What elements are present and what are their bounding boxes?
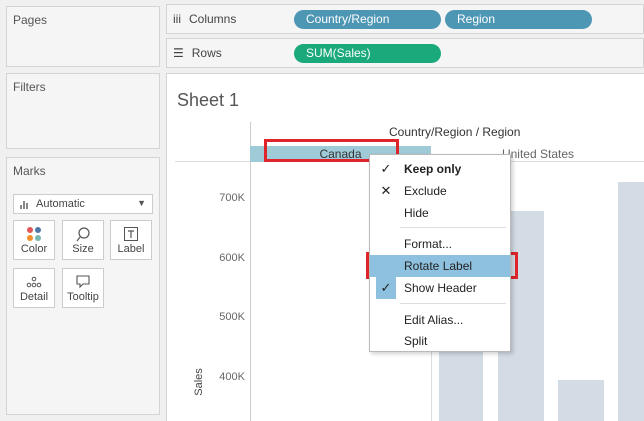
size-button[interactable]: Size <box>62 220 104 260</box>
filters-title: Filters <box>13 80 46 94</box>
speech-bubble-icon <box>63 274 103 290</box>
y-tick: 600K <box>219 252 245 264</box>
menu-item-keep-only[interactable]: ✓ Keep only <box>370 158 510 180</box>
menu-separator <box>400 227 506 228</box>
rows-shelf[interactable]: ☰ Rows SUM(Sales) <box>166 38 644 68</box>
color-button[interactable]: Color <box>13 220 55 260</box>
pages-card[interactable]: Pages <box>6 6 160 67</box>
menu-item-hide[interactable]: Hide <box>370 202 510 224</box>
menu-item-format[interactable]: Format... <box>370 233 510 255</box>
sheet-title[interactable]: Sheet 1 <box>177 90 239 111</box>
color-label: Color <box>20 243 48 255</box>
y-tick: 400K <box>219 371 245 383</box>
bar[interactable] <box>618 182 644 421</box>
mark-type-value: Automatic <box>36 198 85 210</box>
menu-item-exclude[interactable]: ✕ Exclude <box>370 180 510 202</box>
tooltip-label: Tooltip <box>67 291 99 303</box>
columns-label: Columns <box>189 12 237 26</box>
menu-item-split[interactable]: Split <box>370 330 510 352</box>
menu-item-edit-alias[interactable]: Edit Alias... <box>370 309 510 331</box>
rows-label: Rows <box>191 46 222 60</box>
check-icon: ✓ <box>380 161 392 176</box>
y-axis-label: Sales <box>193 368 205 396</box>
close-icon: ✕ <box>380 183 392 198</box>
rows-shelf-label: ☰ Rows <box>173 46 222 60</box>
dropdown-caret-icon: ▼ <box>137 198 146 208</box>
columns-icon: iii <box>173 12 181 26</box>
label-label: Label <box>117 243 145 255</box>
mark-type-dropdown[interactable]: Automatic ▼ <box>13 194 153 214</box>
columns-shelf[interactable]: iii Columns Country/Region Region <box>166 4 644 34</box>
column-header-title: Country/Region / Region <box>389 125 521 139</box>
marks-title: Marks <box>13 164 46 178</box>
detail-button[interactable]: Detail <box>13 268 55 308</box>
color-dots-icon <box>14 226 54 242</box>
text-T-icon <box>111 226 151 242</box>
pill-sum-sales[interactable]: SUM(Sales) <box>294 44 441 63</box>
bar[interactable] <box>558 380 604 421</box>
detail-label: Detail <box>19 291 49 303</box>
check-icon: ✓ <box>376 277 396 299</box>
pill-region[interactable]: Region <box>445 10 592 29</box>
filters-card[interactable]: Filters <box>6 73 160 149</box>
pages-title: Pages <box>13 13 48 27</box>
context-menu: ✓ Keep only ✕ Exclude Hide Format... Rot… <box>369 154 511 352</box>
menu-item-show-header[interactable]: ✓ Show Header <box>370 277 510 299</box>
y-tick: 500K <box>219 311 245 323</box>
detail-dots-icon <box>14 274 54 290</box>
pill-country-region[interactable]: Country/Region <box>294 10 441 29</box>
y-tick: 700K <box>219 192 245 204</box>
label-button[interactable]: Label <box>110 220 152 260</box>
size-label: Size <box>72 243 94 255</box>
size-lasso-icon <box>63 226 103 242</box>
marks-card: Marks Automatic ▼ Color Size Label Detai… <box>6 157 160 415</box>
columns-shelf-label: iii Columns <box>173 12 236 26</box>
rows-icon: ☰ <box>173 46 184 60</box>
y-axis-line <box>250 122 251 421</box>
menu-separator <box>400 303 506 304</box>
bar-chart-icon <box>20 199 30 209</box>
tooltip-button[interactable]: Tooltip <box>62 268 104 308</box>
menu-item-rotate-label[interactable]: Rotate Label <box>370 255 510 277</box>
